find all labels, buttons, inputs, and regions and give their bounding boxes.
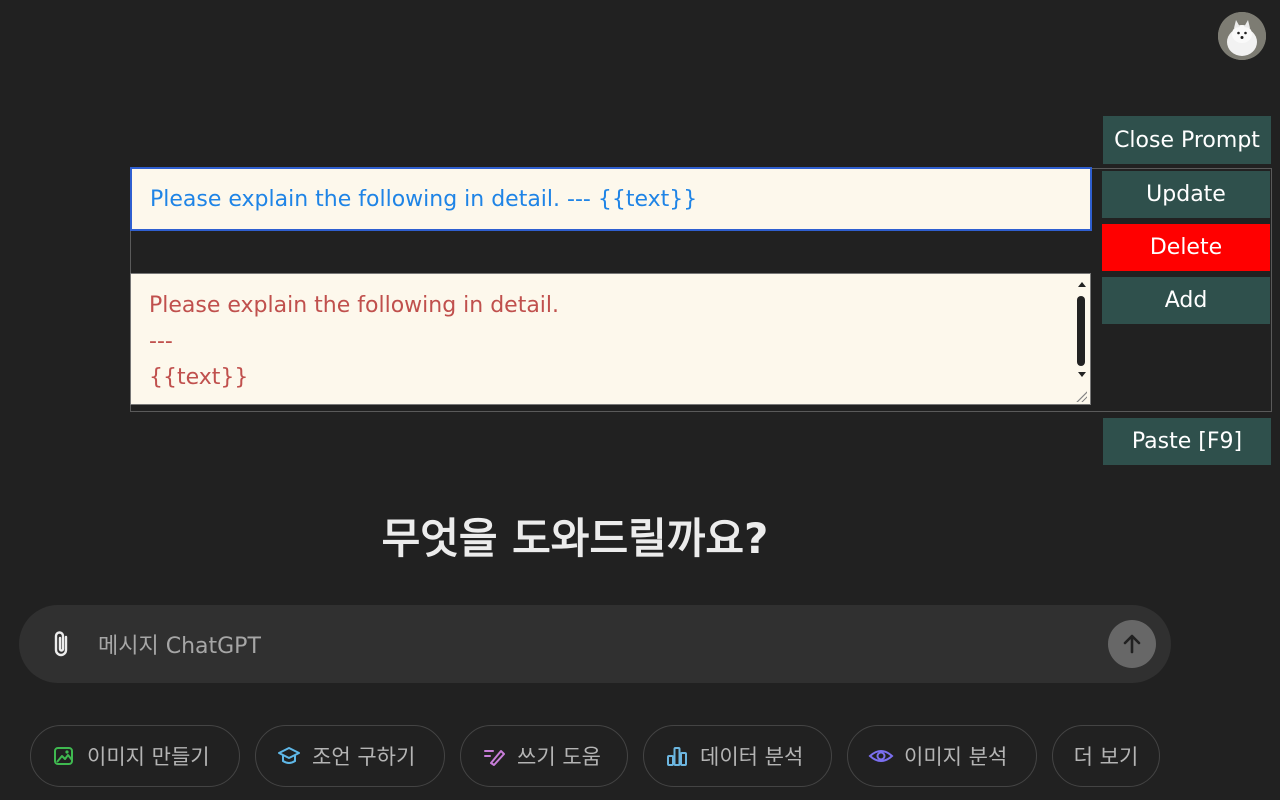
textarea-scrollbar[interactable] [1074,276,1088,382]
paste-button[interactable]: Paste [F9] [1103,418,1271,465]
resize-grip-icon[interactable] [1075,390,1087,402]
suggestion-create-image[interactable]: 이미지 만들기 [30,725,240,787]
prompt-body-line: --- [149,329,173,354]
suggestion-more[interactable]: 더 보기 [1052,725,1160,787]
suggestion-analyze-data[interactable]: 데이터 분석 [643,725,832,787]
pen-icon [481,743,507,769]
image-create-icon [51,743,77,769]
dog-avatar-image [1218,12,1266,60]
scroll-up-arrow-icon[interactable] [1078,282,1086,287]
chip-label: 데이터 분석 [700,745,804,769]
prompt-title-input[interactable] [130,167,1092,231]
composer-placeholder: 메시지 ChatGPT [98,634,261,659]
chip-label: 쓰기 도움 [517,745,601,769]
user-avatar[interactable] [1218,12,1266,60]
arrow-up-icon [1123,634,1141,654]
eye-icon [868,743,894,769]
delete-button[interactable]: Delete [1102,224,1270,271]
scroll-thumb[interactable] [1077,296,1085,366]
bar-chart-icon [664,743,690,769]
send-button[interactable] [1108,620,1156,668]
suggestion-get-advice[interactable]: 조언 구하기 [255,725,445,787]
prompt-body-textarea[interactable]: Please explain the following in detail. … [130,273,1091,405]
update-button[interactable]: Update [1102,171,1270,218]
suggestion-help-write[interactable]: 쓰기 도움 [460,725,628,787]
add-button[interactable]: Add [1102,277,1270,324]
chip-label: 조언 구하기 [312,745,416,769]
chip-label: 이미지 만들기 [87,745,210,769]
paperclip-icon[interactable] [48,628,76,660]
close-prompt-button[interactable]: Close Prompt [1103,116,1271,164]
suggestion-analyze-image[interactable]: 이미지 분석 [847,725,1037,787]
graduation-cap-icon [276,743,302,769]
prompt-body-line: {{text}} [149,365,249,390]
chip-label: 이미지 분석 [904,745,1008,769]
prompt-body-line: Please explain the following in detail. [149,293,560,318]
chip-label: 더 보기 [1073,745,1139,769]
scroll-down-arrow-icon[interactable] [1078,372,1086,377]
page-heading: 무엇을 도와드릴까요? [381,514,769,563]
